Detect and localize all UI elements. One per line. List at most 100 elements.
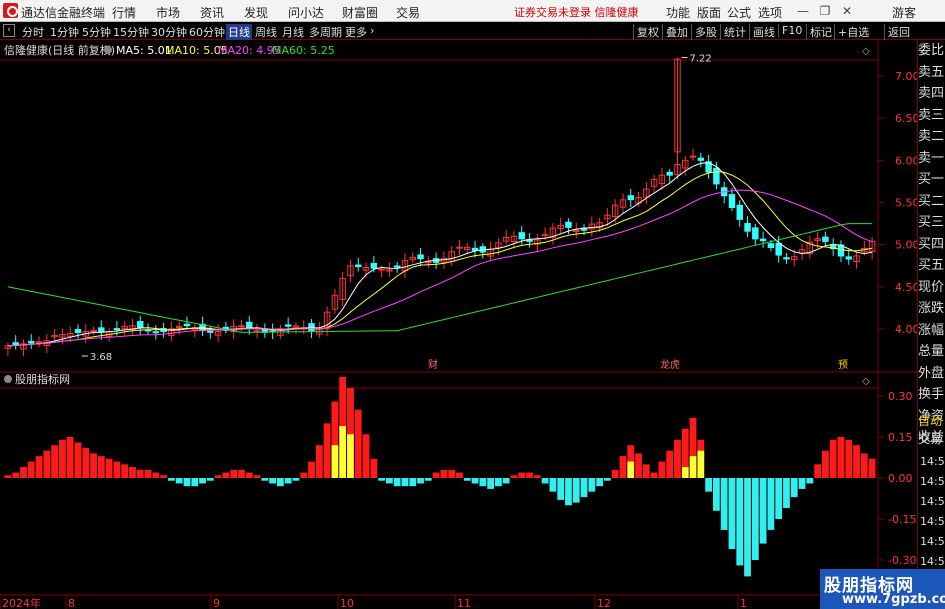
- chevron-left-icon[interactable]: ‹: [3, 24, 15, 37]
- menu-market[interactable]: 市场: [156, 4, 180, 21]
- title-bar: 通达信金融终端 行情 市场 资讯 发现 问小达 财富圈 交易 证券交易未登录 信…: [0, 0, 945, 22]
- ind-bar-94: [736, 478, 744, 566]
- period-5min[interactable]: 5分钟: [82, 24, 111, 40]
- menu-function[interactable]: 功能: [666, 4, 690, 21]
- watermark-url: www.7gpzb.com: [842, 592, 945, 607]
- restore-icon[interactable]: ❐: [818, 4, 832, 18]
- panel-label-10: 买五: [918, 258, 945, 273]
- candle-body-96: [752, 227, 759, 240]
- ind-bar-82: [642, 464, 650, 478]
- btn-statistics[interactable]: 统计: [720, 24, 746, 40]
- menu-market-quotes[interactable]: 行情: [112, 4, 136, 21]
- btn-mark[interactable]: 标记: [806, 24, 832, 40]
- ind-bar-92: [720, 478, 728, 530]
- ind-bar-111: [868, 458, 876, 478]
- indicator-zoom-icon[interactable]: ◇: [862, 376, 870, 387]
- settings-toggle-icon[interactable]: [104, 46, 112, 54]
- site-watermark: 股朋指标网 www.7gpzb.com: [820, 569, 945, 609]
- ind-bar-76: [596, 478, 603, 487]
- candle-body-80: [627, 195, 634, 201]
- price-tick-label-6: 4.00: [895, 323, 920, 336]
- chart-zoom-icon[interactable]: ◇: [862, 46, 870, 57]
- menu-layout[interactable]: 版面: [697, 4, 721, 21]
- candle-body-95: [744, 223, 751, 232]
- ind-bar-81: [635, 453, 642, 478]
- period-intraday[interactable]: 分时: [22, 24, 44, 40]
- candle-body-97: [759, 238, 767, 242]
- panel-label-5: 卖一: [918, 150, 945, 166]
- stock-chart[interactable]: 信隆健康(日线 前复权) MA5: 5.01 MA10: 5.05 MA20: …: [0, 40, 945, 609]
- period-more[interactable]: 更多: [345, 24, 367, 40]
- period-15min[interactable]: 15分钟: [113, 24, 149, 40]
- period-daily[interactable]: 日线: [226, 24, 252, 40]
- panel-label-11: 现价: [918, 279, 945, 295]
- menu-trade[interactable]: 交易: [396, 4, 420, 21]
- ind-bar-108: [845, 439, 853, 478]
- ind-tick-label-4: -0.30: [888, 554, 916, 567]
- ind-bar-67: [526, 472, 533, 478]
- candle-body-85: [666, 171, 673, 176]
- ind-bar-25: [199, 478, 206, 484]
- minimize-icon[interactable]: —: [796, 4, 810, 18]
- ind-bar-86: [674, 439, 681, 478]
- btn-add-watchlist[interactable]: +自选: [834, 24, 869, 40]
- ind-bar-13: [105, 458, 113, 478]
- legend-ma5: MA5: 5.01: [116, 44, 172, 57]
- ind-bar-91: [713, 478, 720, 511]
- btn-multi-stock[interactable]: 多股: [691, 24, 717, 40]
- ind-bar-85: [666, 450, 674, 478]
- menu-formula[interactable]: 公式: [727, 4, 751, 21]
- ind-bar-104: [814, 464, 821, 478]
- guest-user[interactable]: 游客: [892, 4, 916, 21]
- period-60min[interactable]: 60分钟: [189, 24, 225, 40]
- ind-bar-74: [580, 478, 588, 498]
- period-monthly[interactable]: 月线: [282, 24, 304, 40]
- ind-bar-20: [160, 475, 167, 478]
- period-weekly[interactable]: 周线: [255, 24, 277, 40]
- ind-bar-65: [510, 475, 518, 478]
- panel-label-15: 外盘: [918, 365, 945, 381]
- btn-adjust[interactable]: 复权: [633, 24, 659, 40]
- candle-body-99: [775, 242, 782, 256]
- menu-xiaoda[interactable]: 问小达: [288, 4, 324, 21]
- btn-draw[interactable]: 画线: [749, 24, 775, 40]
- ind-bar-75: [588, 478, 596, 492]
- panel-trade-label[interactable]: 交易: [918, 430, 942, 447]
- menu-wealth-circle[interactable]: 财富圈: [342, 4, 378, 21]
- ind-bar-27: [214, 475, 222, 478]
- btn-f10[interactable]: F10: [778, 24, 802, 37]
- panel-time-3: 14:56: [920, 515, 945, 528]
- close-icon[interactable]: ✕: [840, 4, 854, 18]
- ind-bar-15: [121, 464, 129, 478]
- ind-bar-63: [495, 478, 502, 487]
- ind-bar-5: [43, 450, 51, 478]
- panel-time-0: 14:56: [920, 455, 945, 468]
- ind-bar-2: [20, 467, 27, 478]
- menu-options[interactable]: 选项: [758, 4, 782, 21]
- date-label-2: 9: [213, 597, 220, 609]
- candle-body-23: [183, 323, 191, 327]
- ind-bar-105: [822, 450, 829, 478]
- btn-back[interactable]: 返回: [884, 24, 910, 40]
- period-1min[interactable]: 1分钟: [50, 24, 79, 40]
- ind-bar-96: [751, 478, 759, 560]
- period-multi[interactable]: 多周期: [309, 24, 342, 40]
- ind-bar-52: [409, 478, 417, 487]
- ind-bar-8: [66, 437, 74, 478]
- ind-bar-90: [705, 478, 712, 492]
- ind-bar-78: [611, 469, 619, 478]
- ind-bar-1: [12, 472, 20, 478]
- panel-auto-label[interactable]: 自动: [918, 412, 942, 429]
- menu-discover[interactable]: 发现: [244, 4, 268, 21]
- ind-bar-99: [775, 478, 783, 519]
- period-30min[interactable]: 30分钟: [151, 24, 187, 40]
- panel-label-2: 卖四: [918, 86, 945, 101]
- candle-body-1: [12, 342, 19, 346]
- candle-body-58: [456, 246, 463, 249]
- chevron-right-icon[interactable]: ›: [370, 24, 374, 37]
- indicator-toggle-icon[interactable]: [4, 375, 12, 383]
- menu-news[interactable]: 资讯: [200, 4, 224, 21]
- btn-overlay[interactable]: 叠加: [662, 24, 688, 40]
- ind-bar-70: [549, 478, 557, 492]
- candle-body-50: [393, 265, 401, 268]
